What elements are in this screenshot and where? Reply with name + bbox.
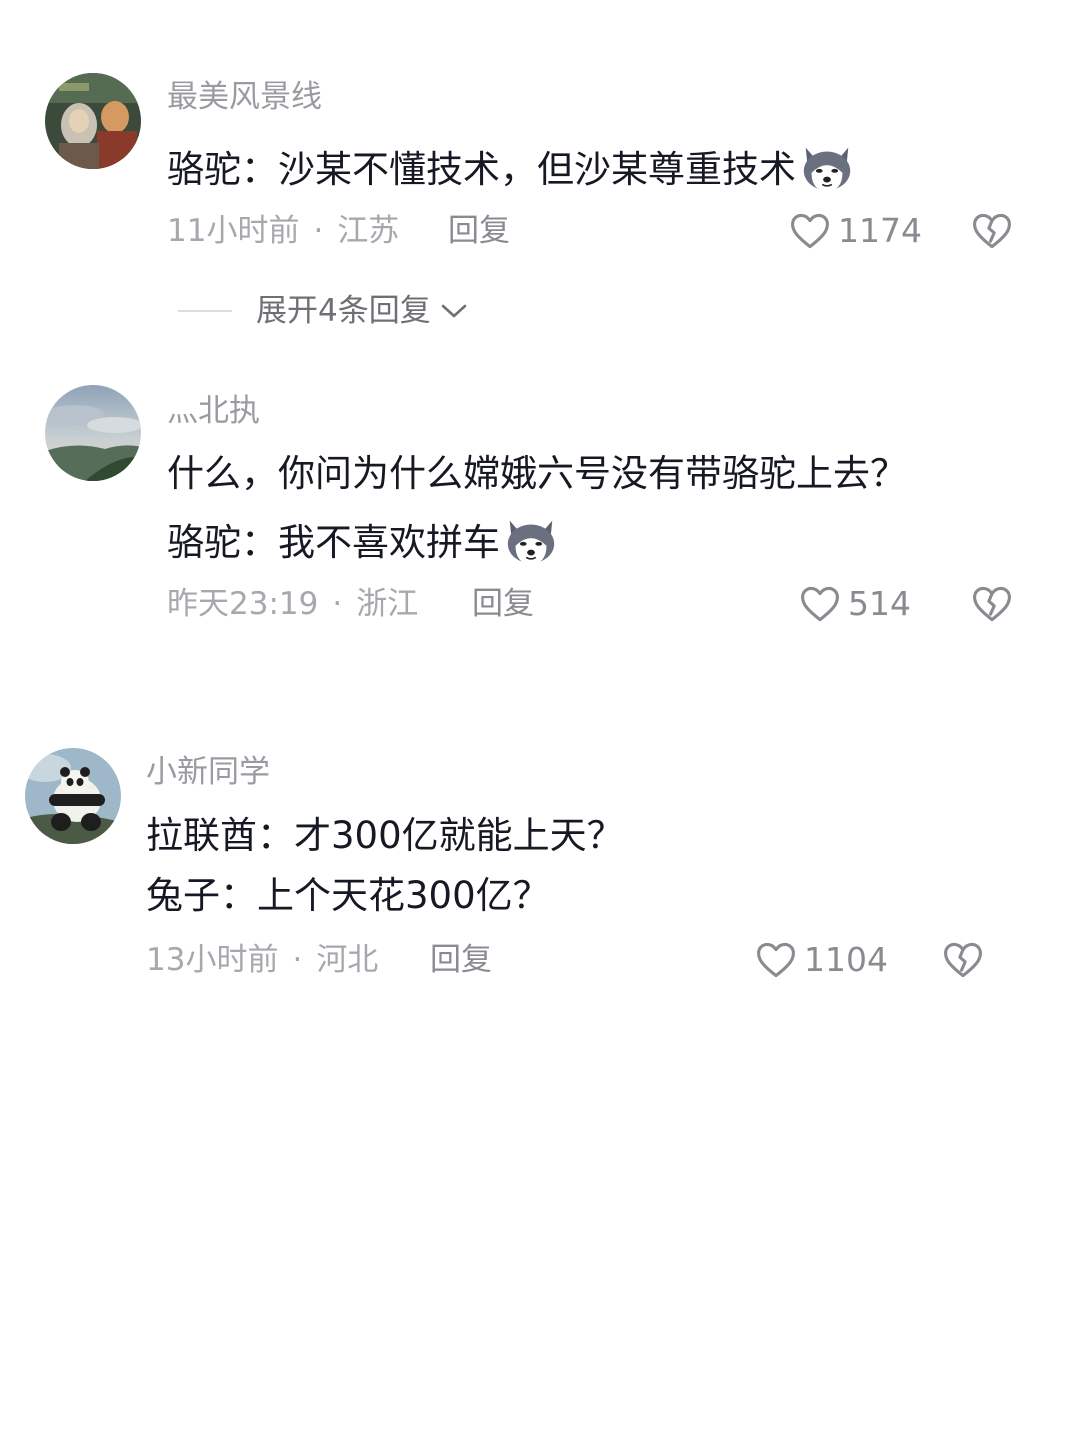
username[interactable]: 灬北执 (167, 391, 260, 431)
username[interactable]: 最美风景线 (167, 77, 322, 117)
like-button[interactable]: 1174 (788, 209, 922, 253)
avatar[interactable] (45, 385, 141, 481)
like-button[interactable]: 1104 (754, 938, 888, 982)
comment-meta: 11小时前 · 江苏 (167, 211, 399, 251)
avatar-image (45, 385, 141, 481)
comment-text: 骆驼：我不喜欢拼车 (167, 511, 560, 569)
reply-button[interactable]: 回复 (448, 211, 510, 251)
heart-outline-icon (791, 213, 829, 249)
like-count: 1174 (838, 211, 922, 250)
comment-item: 小新同学 拉联酋：才300亿就能上天？ 兔子：上个天花300亿？ 13小时前 · 河… (0, 720, 1080, 1020)
comment-item: 灬北执 什么，你问为什么嫦娥六号没有带骆驼上去？ 骆驼：我不喜欢拼车 昨天23:… (0, 350, 1080, 690)
comment-location: 江苏 (337, 213, 400, 249)
heart-outline-icon (801, 586, 839, 622)
comment-item: 最美风景线 骆驼：沙某不懂技术，但沙某尊重技术 11小时前 · 江苏 回复 1174… (0, 0, 1080, 350)
reply-button[interactable]: 回复 (472, 584, 534, 624)
heart-outline-icon (757, 942, 795, 978)
comment-location: 河北 (316, 942, 379, 978)
like-count: 1104 (804, 940, 888, 979)
avatar[interactable] (25, 748, 121, 844)
comment-meta: 昨天23:19 · 浙江 (167, 584, 418, 624)
comment-text-line: 拉联酋：才300亿就能上天？ (146, 814, 624, 857)
like-button[interactable]: 514 (798, 582, 911, 626)
meta-separator: · (292, 942, 303, 978)
expand-replies-label[interactable]: 展开4条回复 (256, 291, 431, 331)
comment-time: 11小时前 (167, 213, 300, 249)
avatar[interactable] (45, 73, 141, 169)
dislike-button[interactable] (970, 582, 1014, 630)
expand-divider (178, 310, 232, 312)
expand-replies[interactable]: 展开4条回复 (178, 291, 469, 331)
dislike-button[interactable] (941, 938, 985, 986)
comment-text-line: 骆驼：沙某不懂技术，但沙某尊重技术 (167, 148, 796, 191)
comment-meta: 13小时前 · 河北 (146, 940, 378, 980)
chevron-down-icon[interactable] (439, 299, 469, 323)
comment-time: 昨天23:19 (167, 586, 319, 622)
comment-time: 13小时前 (146, 942, 279, 978)
avatar-image (25, 748, 121, 844)
broken-heart-icon (944, 942, 982, 978)
husky-dog-emoji-icon (507, 520, 555, 566)
broken-heart-icon (973, 586, 1011, 622)
reply-button[interactable]: 回复 (430, 940, 492, 980)
meta-separator: · (332, 586, 343, 622)
like-count: 514 (848, 584, 911, 623)
username[interactable]: 小新同学 (146, 752, 270, 792)
comment-text-line: 兔子：上个天花300亿？ (146, 874, 550, 917)
avatar-image (45, 73, 141, 169)
comment-text-line: 什么，你问为什么嫦娥六号没有带骆驼上去？ (167, 452, 907, 495)
husky-dog-emoji-icon (803, 147, 851, 193)
comment-location: 浙江 (356, 586, 419, 622)
comment-text-line: 骆驼：我不喜欢拼车 (167, 521, 500, 564)
broken-heart-icon (973, 213, 1011, 249)
comment-text: 骆驼：沙某不懂技术，但沙某尊重技术 (167, 138, 856, 196)
meta-separator: · (313, 213, 324, 249)
dislike-button[interactable] (970, 209, 1014, 257)
